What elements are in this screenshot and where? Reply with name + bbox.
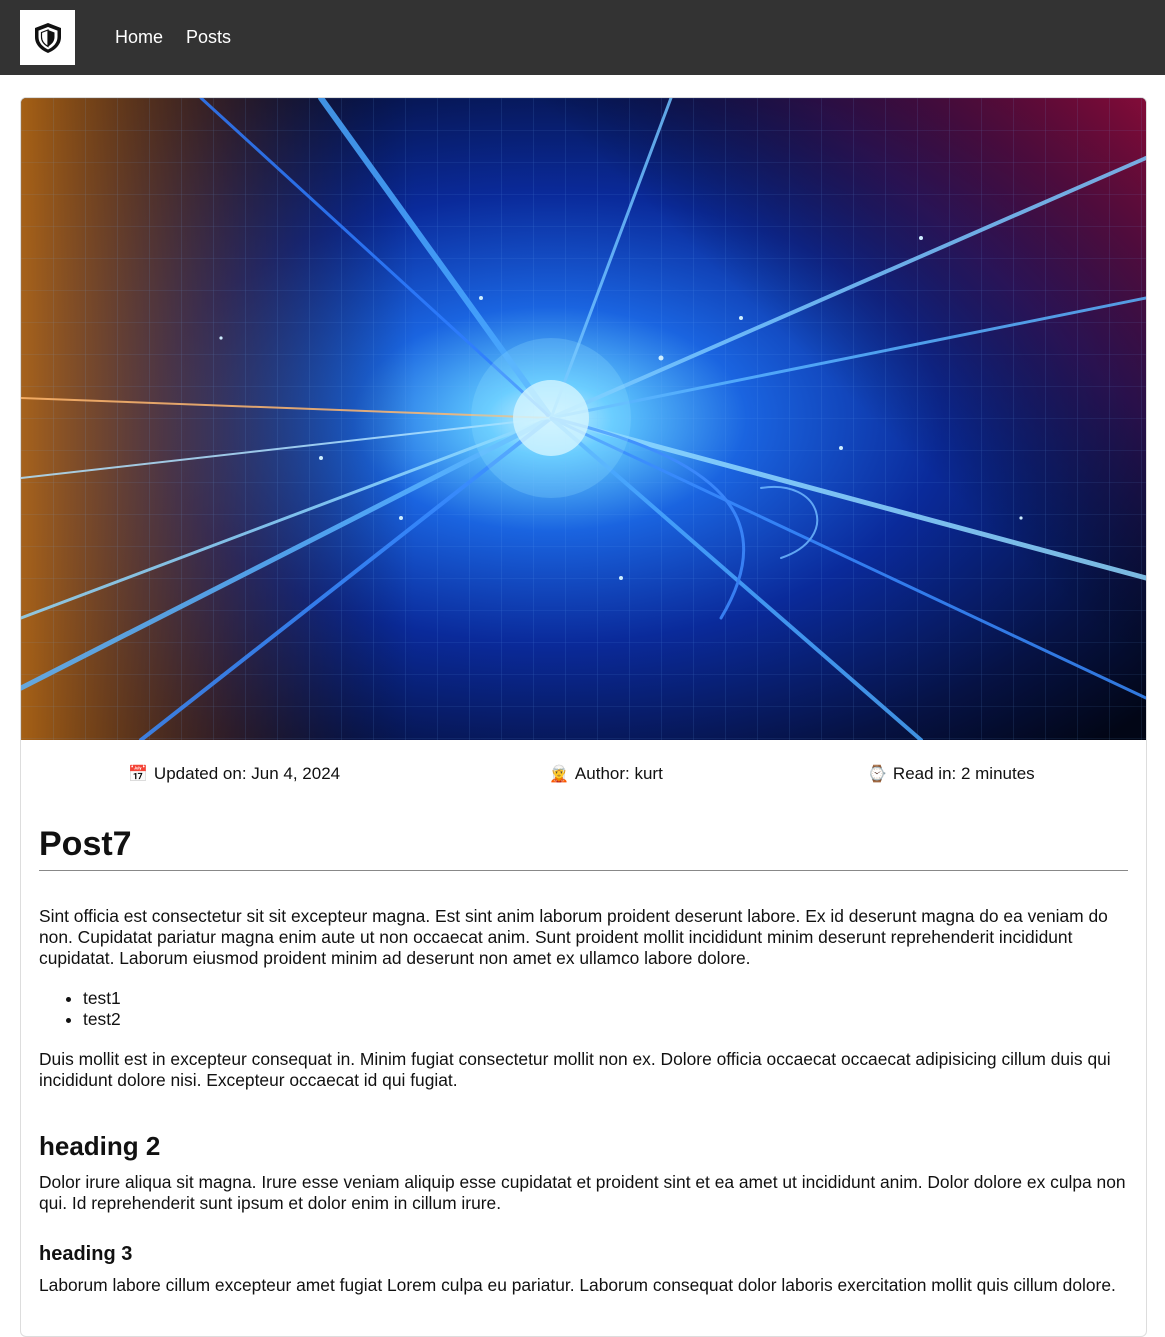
post-content: Post7 Sint officia est consectetur sit s… [21, 824, 1146, 1296]
top-navbar: Home Posts [0, 0, 1165, 75]
section-heading-3: heading 3 [39, 1243, 133, 1265]
nav-links: Home Posts [115, 27, 254, 48]
paragraph: Dolor irure aliqua sit magna. Irure esse… [39, 1172, 1126, 1213]
updated-date: 📅 Updated on: Jun 4, 2024 [128, 764, 340, 784]
read-time: ⌚ Read in: 2 minutes [867, 764, 1035, 784]
read-time-text: Read in: 2 minutes [892, 764, 1035, 783]
watch-icon: ⌚ [867, 766, 887, 783]
author-text: Author: kurt [574, 764, 663, 783]
section-heading-2: heading 2 [39, 1131, 161, 1161]
list-item: test1 [83, 988, 1128, 1009]
nav-link-home[interactable]: Home [115, 27, 163, 48]
paragraph: Laborum labore cillum excepteur amet fug… [39, 1275, 1116, 1295]
site-logo[interactable] [20, 10, 75, 65]
post-card: 📅 Updated on: Jun 4, 2024 🧝 Author: kurt ⌚… [20, 97, 1147, 1337]
paragraph: Sint officia est consectetur sit sit exc… [39, 906, 1108, 968]
calendar-icon: 📅 [128, 766, 148, 783]
paragraph: Duis mollit est in excepteur consequat i… [39, 1049, 1111, 1090]
post-meta: 📅 Updated on: Jun 4, 2024 🧝 Author: kurt ⌚… [21, 740, 1146, 810]
hero-image [21, 98, 1146, 740]
bullet-list: test1 test2 [39, 988, 1128, 1030]
updated-date-text: Updated on: Jun 4, 2024 [153, 764, 341, 783]
author-icon: 🧝 [549, 766, 569, 783]
nav-link-posts[interactable]: Posts [186, 27, 231, 48]
author: 🧝 Author: kurt [549, 764, 663, 784]
shield-icon [34, 22, 61, 53]
post-title: Post7 [39, 824, 1128, 871]
list-item: test2 [83, 1009, 1128, 1030]
